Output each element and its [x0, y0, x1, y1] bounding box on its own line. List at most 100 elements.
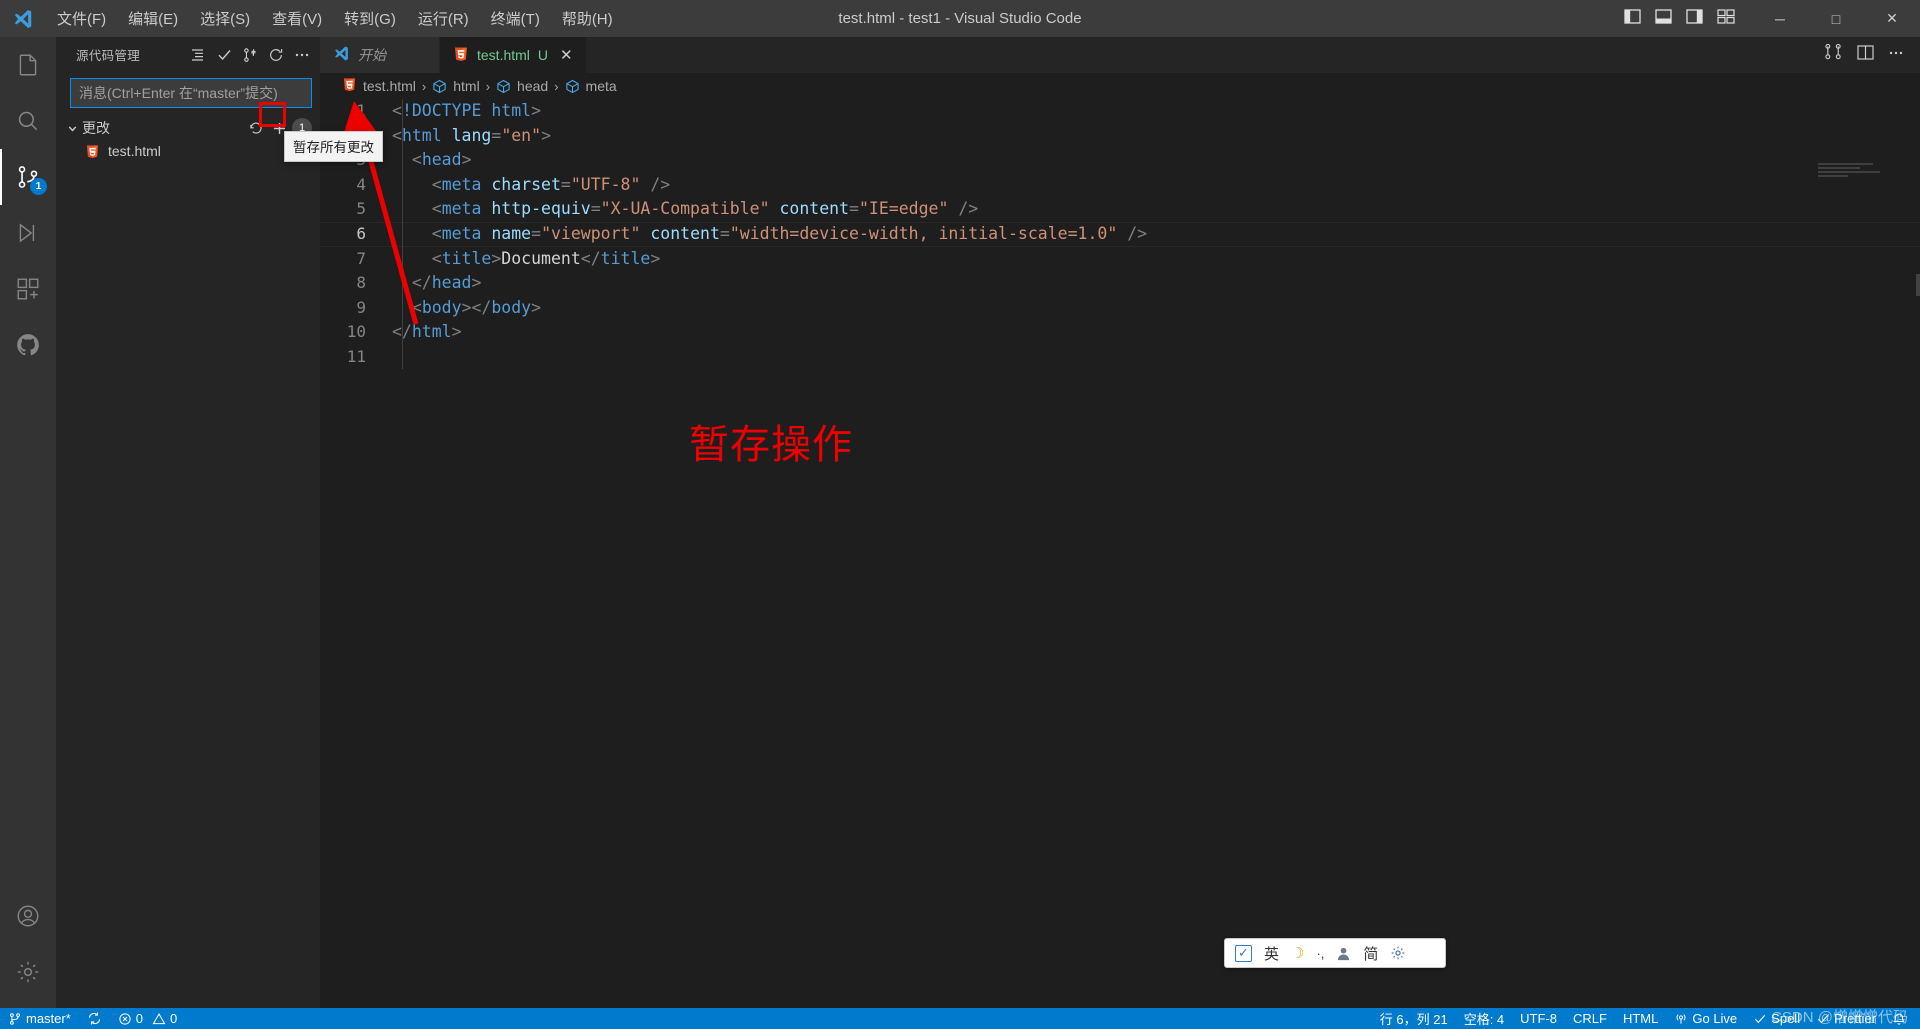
- changes-label: 更改: [82, 120, 110, 136]
- menu-terminal[interactable]: 终端(T): [480, 4, 551, 33]
- code-line[interactable]: 2<html lang="en">: [320, 124, 1920, 149]
- stage-all-changes-tooltip: 暂存所有更改: [284, 131, 383, 162]
- breadcrumb-symbol-meta[interactable]: meta: [565, 78, 617, 94]
- code-line[interactable]: 4 <meta charset="UTF-8" />: [320, 173, 1920, 198]
- toggle-primary-sidebar-icon[interactable]: [1624, 9, 1641, 28]
- sidebar-header-actions[interactable]: [186, 43, 314, 67]
- breadcrumb[interactable]: test.html › html › head › meta: [320, 73, 1920, 99]
- code-line[interactable]: 9 <body></body>: [320, 296, 1920, 321]
- ime-simplified-icon[interactable]: 简: [1363, 943, 1378, 964]
- menu-edit[interactable]: 编辑(E): [117, 4, 189, 33]
- ime-toolbar[interactable]: ✓ 英 ☽ ·, 简: [1224, 938, 1446, 968]
- more-actions-icon[interactable]: [1888, 45, 1904, 66]
- editor-tab-actions[interactable]: [1824, 37, 1920, 73]
- ime-settings-icon[interactable]: [1390, 945, 1406, 961]
- tab-test-html[interactable]: test.html U ✕: [440, 37, 587, 73]
- line-number: 5: [356, 199, 366, 219]
- status-cursor-position[interactable]: 行 6，列 21: [1372, 1008, 1456, 1029]
- activity-item-manage[interactable]: [0, 944, 56, 1000]
- sidebar-title: 源代码管理: [76, 49, 141, 63]
- menu-file[interactable]: 文件(F): [46, 4, 117, 33]
- status-go-live[interactable]: Go Live: [1666, 1008, 1745, 1029]
- toggle-panel-icon[interactable]: [1655, 9, 1672, 28]
- commit-message-input[interactable]: [70, 78, 312, 108]
- code-line[interactable]: 11: [320, 345, 1920, 370]
- minimap[interactable]: [1818, 163, 1906, 203]
- status-encoding[interactable]: UTF-8: [1512, 1008, 1565, 1029]
- menu-view[interactable]: 查看(V): [261, 4, 333, 33]
- changes-section-header[interactable]: 更改 1: [56, 117, 320, 139]
- code-line[interactable]: 8 </head>: [320, 271, 1920, 296]
- window-maximize-button[interactable]: □: [1808, 0, 1864, 37]
- source-control-sidebar: 源代码管理 消息(Ctrl+Enter 在“master”提交) 更改 1 te…: [56, 37, 320, 1008]
- code-line[interactable]: 7 <title>Document</title>: [320, 247, 1920, 272]
- activity-item-accounts[interactable]: [0, 888, 56, 944]
- changed-file-row[interactable]: test.html: [56, 139, 320, 163]
- breadcrumb-symbol-label: meta: [585, 78, 617, 94]
- status-language-mode[interactable]: HTML: [1615, 1008, 1666, 1029]
- tab-close-icon[interactable]: ✕: [560, 46, 573, 64]
- status-prettier[interactable]: Prettier: [1808, 1008, 1884, 1029]
- activity-item-source-control[interactable]: 1: [0, 149, 56, 205]
- code-line[interactable]: 10 </html>: [320, 320, 1920, 345]
- ime-language-mode[interactable]: 英: [1264, 943, 1279, 964]
- activity-item-github[interactable]: [0, 317, 56, 373]
- status-eol[interactable]: CRLF: [1565, 1008, 1615, 1029]
- split-editor-right-icon[interactable]: [1857, 45, 1874, 65]
- window-minimize-button[interactable]: ─: [1752, 0, 1808, 37]
- status-problems[interactable]: 0 0: [110, 1008, 185, 1029]
- breadcrumb-symbol-label: head: [517, 78, 549, 94]
- line-number: 6: [356, 223, 366, 243]
- status-notifications[interactable]: [1884, 1008, 1914, 1029]
- status-bar-left: master* 0 0: [0, 1008, 185, 1029]
- tab-welcome-label: 开始: [358, 47, 386, 63]
- menu-help[interactable]: 帮助(H): [551, 4, 624, 33]
- menu-go[interactable]: 转到(G): [333, 4, 407, 33]
- status-branch[interactable]: master*: [0, 1008, 79, 1029]
- menu-run[interactable]: 运行(R): [407, 4, 480, 33]
- code-line[interactable]: 1 <!DOCTYPE html>: [320, 99, 1920, 124]
- view-as-list-icon[interactable]: [186, 43, 210, 67]
- line-number: 10: [346, 322, 366, 342]
- tab-welcome[interactable]: 开始: [320, 37, 440, 73]
- open-changes-icon[interactable]: [1824, 43, 1843, 66]
- ellipsis-icon[interactable]: [290, 43, 314, 67]
- code-line[interactable]: 6 <meta name="viewport" content="width=d…: [320, 221, 1920, 247]
- refresh-icon[interactable]: [264, 43, 288, 67]
- discard-changes-icon[interactable]: [246, 118, 266, 138]
- status-spell-checker[interactable]: Spell: [1745, 1008, 1808, 1029]
- code-editor[interactable]: 1 <!DOCTYPE html> 2<html lang="en">3 <head…: [320, 99, 1920, 1008]
- ime-punctuation-icon[interactable]: ·,: [1316, 946, 1324, 961]
- html5-icon: [342, 77, 357, 95]
- breadcrumb-symbol-html[interactable]: html: [432, 78, 480, 94]
- menu-bar[interactable]: 文件(F) 编辑(E) 选择(S) 查看(V) 转到(G) 运行(R) 终端(T…: [46, 4, 624, 33]
- activity-item-explorer[interactable]: [0, 37, 56, 93]
- title-bar: 文件(F) 编辑(E) 选择(S) 查看(V) 转到(G) 运行(R) 终端(T…: [0, 0, 1920, 37]
- menu-selection[interactable]: 选择(S): [189, 4, 261, 33]
- toggle-secondary-sidebar-icon[interactable]: [1686, 9, 1703, 28]
- ime-enabled-checkbox[interactable]: ✓: [1235, 944, 1252, 962]
- breadcrumb-separator: ›: [554, 78, 559, 94]
- branch-actions-icon[interactable]: [238, 43, 262, 67]
- ime-user-icon[interactable]: [1336, 946, 1351, 961]
- activity-item-run-debug[interactable]: [0, 205, 56, 261]
- code-line[interactable]: 5 <meta http-equiv="X-UA-Compatible" con…: [320, 197, 1920, 222]
- commit-check-icon[interactable]: [212, 43, 236, 67]
- layout-controls[interactable]: [1624, 9, 1752, 28]
- symbol-cube-icon: [565, 79, 580, 94]
- status-sync[interactable]: [79, 1008, 110, 1029]
- breadcrumb-file[interactable]: test.html: [342, 77, 416, 95]
- breadcrumb-symbol-head[interactable]: head: [496, 78, 548, 94]
- status-indentation[interactable]: 空格: 4: [1456, 1008, 1512, 1029]
- window-close-button[interactable]: ✕: [1864, 0, 1920, 37]
- symbol-cube-icon: [496, 79, 511, 94]
- customize-layout-icon[interactable]: [1717, 9, 1736, 28]
- activity-item-search[interactable]: [0, 93, 56, 149]
- activity-item-extensions[interactable]: [0, 261, 56, 317]
- editor-scrollbar[interactable]: [1916, 274, 1920, 296]
- chevron-down-icon[interactable]: [64, 122, 80, 135]
- code-line[interactable]: 3 <head>: [320, 148, 1920, 173]
- breadcrumb-separator: ›: [485, 78, 491, 94]
- code-lines[interactable]: 1 <!DOCTYPE html> 2<html lang="en">3 <head…: [320, 99, 1920, 370]
- ime-moon-icon[interactable]: ☽: [1291, 944, 1304, 962]
